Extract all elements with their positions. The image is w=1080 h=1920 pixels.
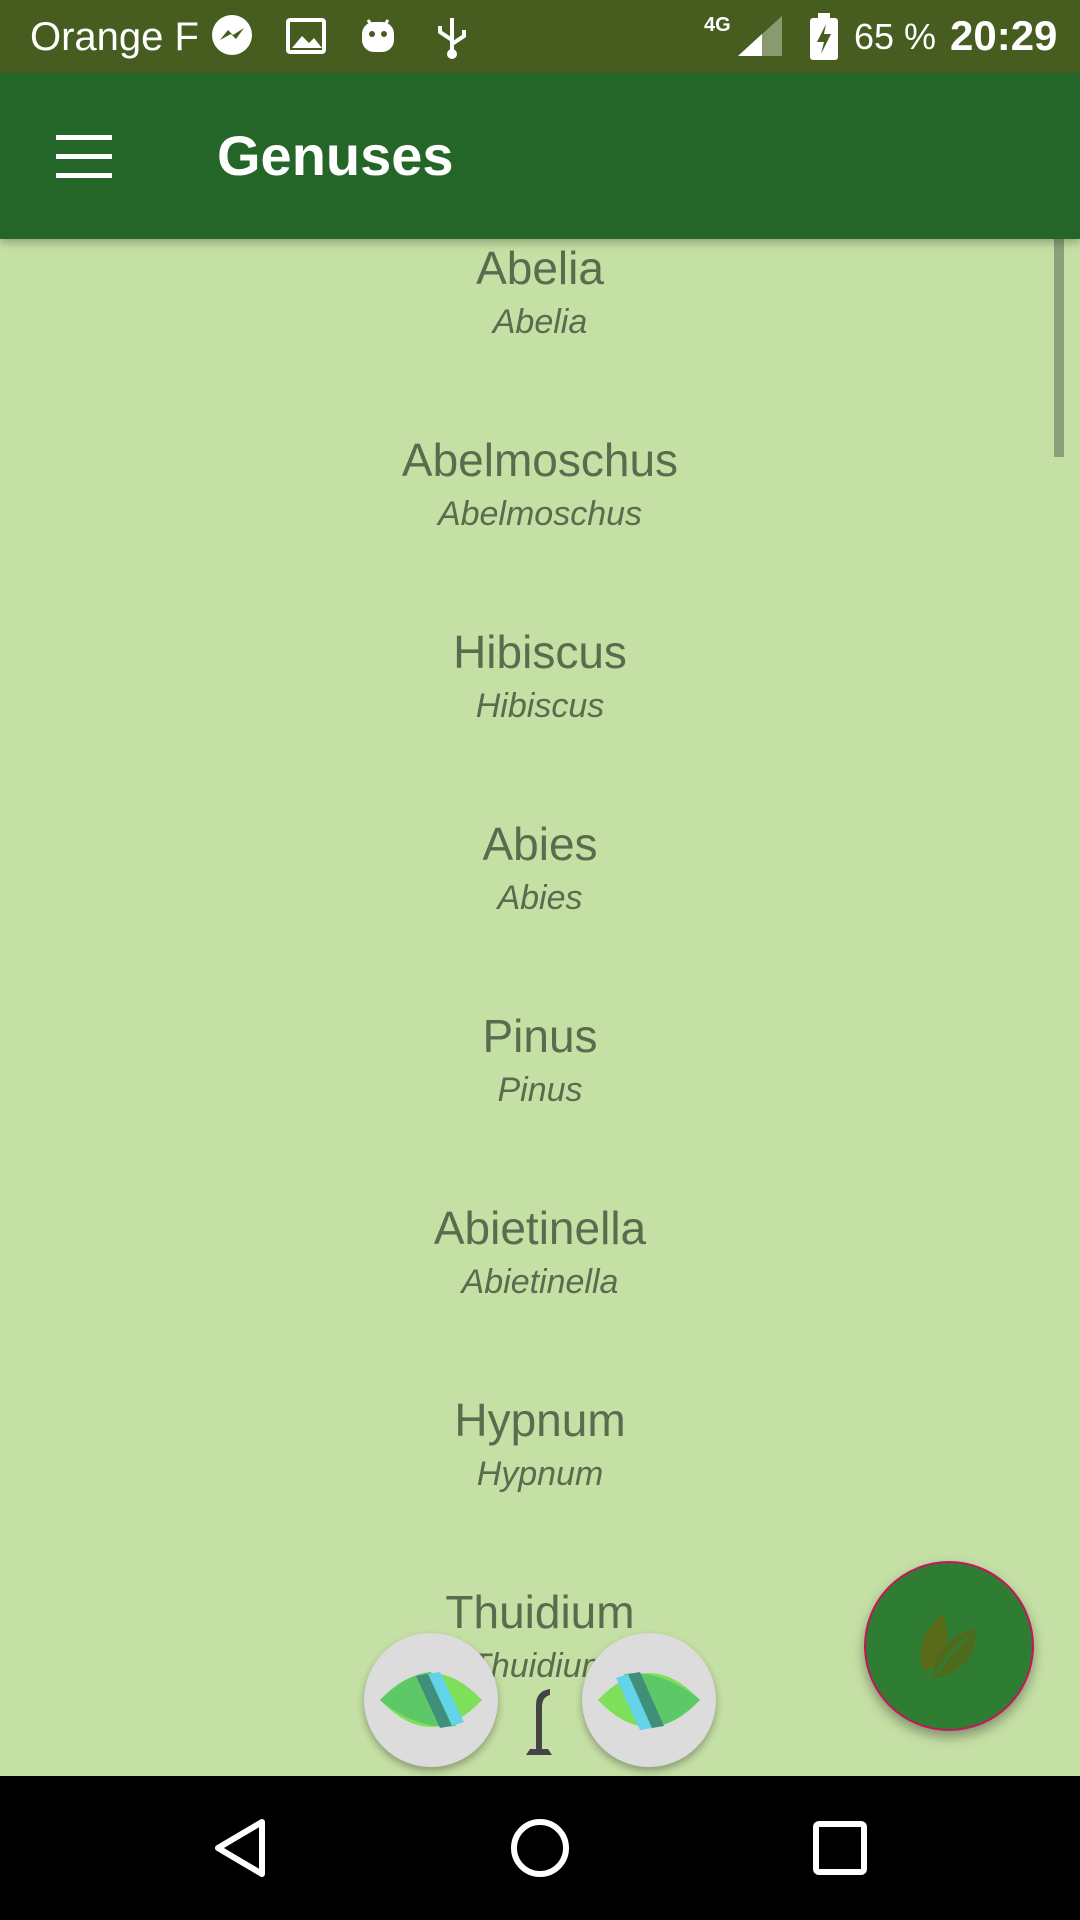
genus-list[interactable]: Abelia Abelia Abelmoschus Abelmoschus Hi…: [0, 239, 1080, 1776]
hamburger-menu-icon[interactable]: [40, 117, 128, 197]
genus-latin-name: Abies: [497, 879, 583, 917]
scrollbar[interactable]: [1054, 239, 1064, 457]
genus-name: Abelia: [476, 242, 604, 294]
list-item[interactable]: Abietinella Abietinella: [0, 1199, 1080, 1391]
list-item[interactable]: Hypnum Hypnum: [0, 1391, 1080, 1583]
list-item[interactable]: Pinus Pinus: [0, 1007, 1080, 1199]
android-icon: [362, 19, 394, 52]
battery-percentage: 65 %: [854, 16, 937, 57]
leaves-icon: [920, 1614, 976, 1678]
genus-latin-name: Abelia: [492, 303, 588, 341]
genus-name: Pinus: [482, 1010, 598, 1062]
genus-latin-name: Hibiscus: [475, 687, 605, 725]
genus-latin-name: Abietinella: [461, 1263, 619, 1301]
messenger-icon: [212, 15, 252, 55]
recents-icon[interactable]: [800, 1808, 880, 1888]
screen: Orange F 4G 65 % 20:29 Genuses Abelia Ab…: [0, 0, 1080, 1920]
genus-name: Abies: [482, 818, 598, 870]
leaf-right-button[interactable]: [582, 1633, 716, 1767]
leaf-icon: [598, 1672, 700, 1730]
network-type: 4G: [704, 14, 731, 36]
list-item[interactable]: Abies Abies: [0, 815, 1080, 1007]
signal-icon: [738, 16, 782, 56]
list-item[interactable]: Abelmoschus Abelmoschus: [0, 431, 1080, 623]
leaf-icon: [380, 1672, 482, 1728]
home-icon[interactable]: [500, 1808, 580, 1888]
clock: 20:29: [950, 12, 1058, 59]
usb-icon: [438, 18, 466, 59]
navigation-bar: [0, 1776, 1080, 1920]
carrier-label: Orange F: [30, 15, 199, 59]
genus-name: Abietinella: [433, 1202, 647, 1254]
leaf-left-button[interactable]: [364, 1633, 498, 1767]
genus-name: Abelmoschus: [401, 434, 679, 486]
tree-icon[interactable]: [520, 1683, 558, 1755]
genus-name: Hypnum: [454, 1394, 626, 1446]
image-icon: [286, 18, 326, 54]
app-bar: Genuses: [0, 73, 1080, 239]
list-item[interactable]: Hibiscus Hibiscus: [0, 623, 1080, 815]
genus-name: Hibiscus: [453, 626, 627, 678]
genus-latin-name: Abelmoschus: [437, 495, 643, 533]
genus-latin-name: Hypnum: [476, 1455, 604, 1493]
genus-latin-name: Pinus: [497, 1071, 583, 1109]
list-item[interactable]: Abelia Abelia: [0, 239, 1080, 431]
back-icon[interactable]: [200, 1808, 280, 1888]
leaves-fab-button[interactable]: [864, 1561, 1034, 1731]
status-bar: Orange F 4G 65 % 20:29: [0, 0, 1080, 73]
battery-charging-icon: [810, 13, 838, 60]
page-title: Genuses: [217, 124, 454, 187]
